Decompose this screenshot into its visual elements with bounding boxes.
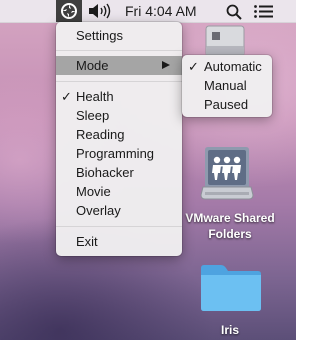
menu-item-movie[interactable]: Movie <box>56 182 182 201</box>
menu-item-biohacker[interactable]: Biohacker <box>56 163 182 182</box>
menu-bar: Fri 4:04 AM <box>0 0 296 23</box>
checkmark-icon: ✓ <box>188 59 199 74</box>
spotlight-icon[interactable] <box>226 0 242 22</box>
menu-item-reading[interactable]: Reading <box>56 125 182 144</box>
menu-item-label: Health <box>76 89 114 104</box>
app-status-item[interactable] <box>56 0 82 22</box>
submenu-item-paused[interactable]: Paused <box>182 95 272 114</box>
submenu-arrow-icon <box>162 61 170 69</box>
menu-item-exit[interactable]: Exit <box>56 232 182 251</box>
desktop: Fri 4:04 AM VMware Shared Folders Iris S… <box>0 0 296 340</box>
menubar-clock[interactable]: Fri 4:04 AM <box>125 0 221 22</box>
folder-icon[interactable] <box>199 262 263 312</box>
menu-separator <box>56 226 182 227</box>
desktop-item-label[interactable]: VMware Shared Folders <box>178 210 282 242</box>
menu-item-label: Overlay <box>76 203 121 218</box>
menu-item-label: Exit <box>76 234 98 249</box>
desktop-item-label[interactable]: Iris <box>200 322 260 338</box>
menu-item-label: Sleep <box>76 108 110 123</box>
menu-item-mode[interactable]: Mode <box>56 56 182 75</box>
menu-item-label: Movie <box>76 184 111 199</box>
menu-item-label: Mode <box>76 58 109 73</box>
menu-item-label: Paused <box>204 97 249 112</box>
app-status-icon <box>61 3 77 19</box>
menu-item-label: Biohacker <box>76 165 134 180</box>
menu-item-label: Automatic <box>204 59 262 74</box>
menu-item-programming[interactable]: Programming <box>56 144 182 163</box>
network-drive-icon[interactable] <box>200 143 254 203</box>
menu-separator <box>56 81 182 82</box>
menu-separator <box>56 50 182 51</box>
mode-submenu: ✓ Automatic Manual Paused <box>182 55 272 117</box>
menu-item-label: Reading <box>76 127 125 142</box>
checkmark-icon: ✓ <box>61 89 72 104</box>
notification-center-icon[interactable] <box>254 0 274 22</box>
volume-icon[interactable] <box>88 0 112 22</box>
menu-item-health[interactable]: ✓ Health <box>56 87 182 106</box>
submenu-item-manual[interactable]: Manual <box>182 76 272 95</box>
menu-item-label: Settings <box>76 28 123 43</box>
menu-item-label: Manual <box>204 78 247 93</box>
submenu-item-automatic[interactable]: ✓ Automatic <box>182 57 272 76</box>
menu-item-label: Programming <box>76 146 155 161</box>
menu-item-overlay[interactable]: Overlay <box>56 201 182 220</box>
app-dropdown-menu: Settings Mode ✓ Health Sleep Reading Pro… <box>56 22 182 256</box>
menu-item-settings[interactable]: Settings <box>56 26 182 45</box>
menu-item-sleep[interactable]: Sleep <box>56 106 182 125</box>
